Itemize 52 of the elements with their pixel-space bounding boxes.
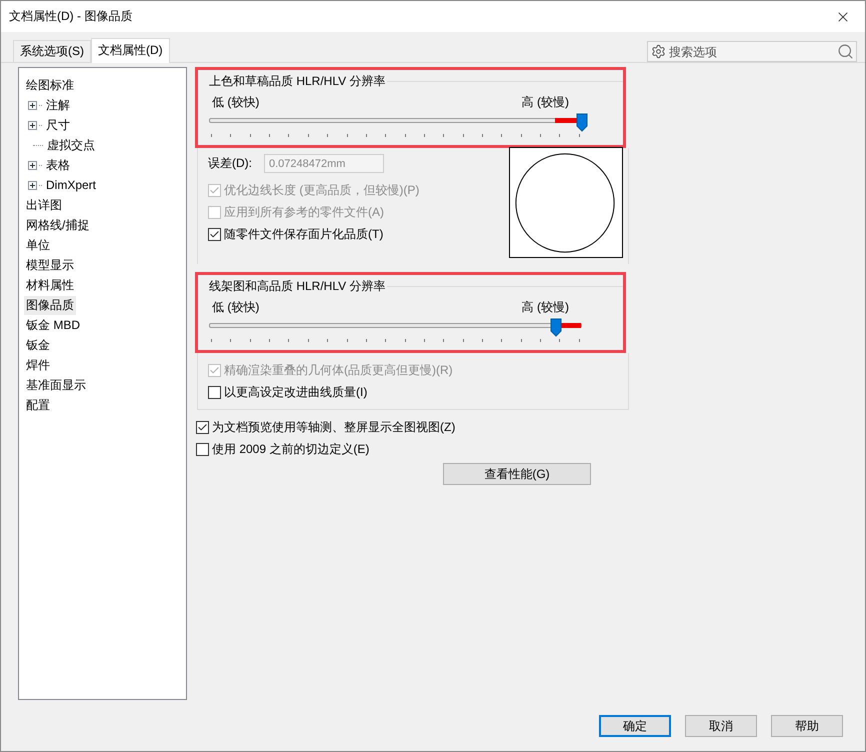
dialog-button[interactable]: 取消 [685, 715, 757, 737]
tree-item[interactable]: 虚拟交点 [45, 136, 97, 154]
tree-item[interactable]: 注解 [44, 96, 72, 114]
tree-item[interactable]: 网格线/捕捉 [24, 216, 92, 234]
tree-item[interactable]: 尺寸 [44, 116, 72, 134]
expand-icon[interactable] [28, 120, 37, 130]
checkbox-label: 以更高设定改进曲线质量(I) [224, 384, 368, 400]
slider-low-label: 低 (较快) [212, 299, 260, 316]
checkbox-label: 随零件文件保存面片化品质(T) [224, 226, 384, 242]
checkbox[interactable] [208, 386, 221, 398]
checkbox[interactable] [196, 420, 209, 434]
checkbox-label: 为文档预览使用等轴测、整屏显示全图视图(Z) [212, 418, 456, 436]
expand-icon[interactable] [28, 100, 37, 110]
tolerance-label: 误差(D): [208, 155, 252, 172]
tree-item[interactable]: 模型显示 [24, 256, 76, 274]
tree-item[interactable]: 表格 [44, 156, 72, 174]
slider-thumb[interactable] [576, 113, 588, 132]
slider-high-label: 高 (较慢) [522, 299, 569, 316]
expand-icon[interactable] [28, 180, 37, 190]
slider-low-label: 低 (较快) [212, 94, 260, 111]
slider-high-label: 高 (较慢) [522, 94, 569, 111]
slider-thumb[interactable] [550, 318, 562, 337]
checkbox-label: 优化边线长度 (更高品质，但较慢)(P) [224, 182, 420, 198]
tree-item[interactable]: 焊件 [24, 356, 52, 374]
window-title: 文档属性(D) - 图像品质 [9, 8, 132, 25]
checkbox-label: 应用到所有参考的零件文件(A) [224, 204, 384, 220]
tree-item[interactable]: DimXpert [44, 177, 98, 193]
tree-item[interactable]: 钣金 [24, 336, 52, 354]
tree-item[interactable]: 单位 [24, 236, 52, 254]
tree-item[interactable]: 图像品质 [24, 296, 76, 314]
tree-item[interactable]: 绘图标准 [24, 76, 76, 94]
group-title: 线架图和高品质 HLR/HLV 分辨率 [209, 278, 386, 295]
tree-item[interactable]: 基准面显示 [24, 376, 88, 394]
tab[interactable]: 文档属性(D) [91, 38, 170, 63]
dialog-button[interactable]: 确定 [599, 715, 671, 737]
tab[interactable]: 系统选项(S) [13, 40, 91, 63]
tree-item[interactable]: 配置 [24, 396, 52, 414]
tree-item[interactable]: 钣金 MBD [24, 316, 82, 334]
checkbox[interactable] [208, 228, 221, 240]
dialog-button[interactable]: 帮助 [771, 715, 843, 737]
tree-item[interactable]: 材料属性 [24, 276, 76, 294]
checkbox[interactable] [196, 442, 209, 456]
search-icon[interactable] [837, 43, 854, 60]
settings-icon[interactable] [651, 44, 666, 59]
checkbox-label: 使用 2009 之前的切边定义(E) [212, 440, 370, 458]
view-performance-button[interactable]: 查看性能(G) [443, 463, 591, 485]
expand-icon[interactable] [28, 160, 37, 170]
checkbox-label: 精确渲染重叠的几何体(品质更高但更慢)(R) [224, 362, 453, 378]
search-input[interactable]: 搜索选项 [669, 44, 834, 58]
search-field[interactable]: 搜索选项 [647, 41, 857, 62]
group-title: 上色和草稿品质 HLR/HLV 分辨率 [209, 73, 386, 90]
tree-item[interactable]: 出详图 [24, 196, 64, 214]
